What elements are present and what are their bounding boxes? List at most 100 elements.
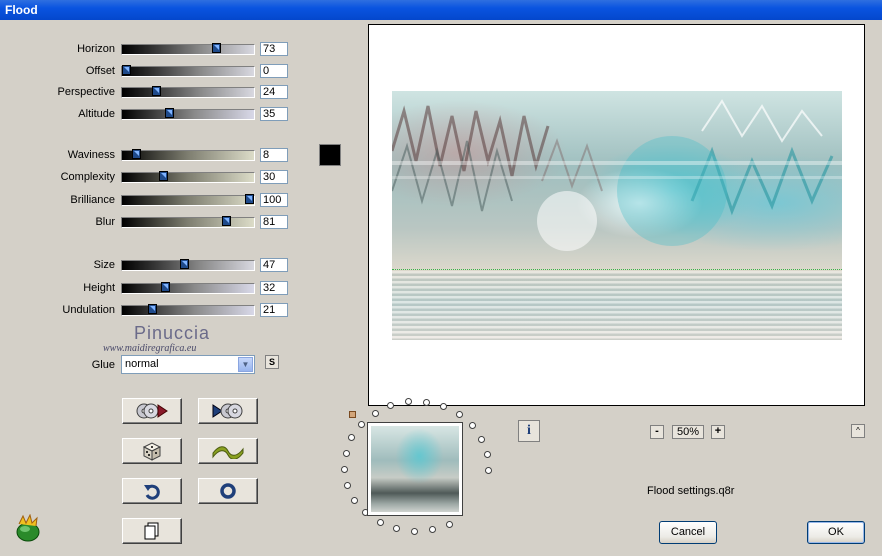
- slider-value-field[interactable]: 21: [260, 303, 288, 317]
- slider-track-horizon[interactable]: [121, 43, 255, 55]
- chevron-down-icon[interactable]: ▼: [238, 357, 253, 372]
- arrow-disc-icon: [212, 403, 243, 419]
- load-preset-button[interactable]: [122, 398, 182, 424]
- navigator-dot[interactable]: [429, 526, 436, 533]
- navigator-dot[interactable]: [405, 398, 412, 405]
- navigator-dot[interactable]: [343, 450, 350, 457]
- reset-button[interactable]: [198, 478, 258, 504]
- navigator-dot[interactable]: [387, 402, 394, 409]
- slider-track-size[interactable]: [121, 259, 255, 271]
- slider-value-field[interactable]: 30: [260, 170, 288, 184]
- navigator-dot[interactable]: [411, 528, 418, 535]
- slider-label-wrap: Size: [0, 258, 115, 272]
- navigator-dot[interactable]: [456, 411, 463, 418]
- navigator-dot[interactable]: [423, 399, 430, 406]
- zoom-level: 50%: [672, 425, 704, 439]
- glue-label: Glue: [91, 359, 115, 371]
- slider-thumb[interactable]: [159, 171, 168, 181]
- slider-thumb[interactable]: [212, 43, 221, 53]
- slider-track-height[interactable]: [121, 282, 255, 294]
- slider-row-undulation: Undulation 21: [0, 303, 300, 317]
- undo-icon: [144, 484, 160, 500]
- slider-thumb[interactable]: [245, 194, 254, 204]
- slider-row-complexity: Complexity 30: [0, 170, 300, 184]
- navigator-dot[interactable]: [341, 466, 348, 473]
- color-swatch[interactable]: [319, 144, 341, 166]
- wave-icon: [212, 446, 244, 459]
- slider-label-wrap: Brilliance: [0, 193, 115, 207]
- slider-track-offset[interactable]: [121, 65, 255, 77]
- slider-label-wrap: Waviness: [0, 148, 115, 162]
- randomize-button[interactable]: [122, 438, 182, 464]
- navigator-dot[interactable]: [344, 482, 351, 489]
- slider-value-field[interactable]: 8: [260, 148, 288, 162]
- copy-button[interactable]: [122, 518, 182, 544]
- slider-thumb[interactable]: [132, 149, 141, 159]
- zoom-out-button[interactable]: -: [650, 425, 664, 439]
- slider-label: Altitude: [78, 108, 115, 120]
- slider-row-altitude: Altitude 35: [0, 107, 300, 121]
- undo-button[interactable]: [122, 478, 182, 504]
- title-bar: Flood: [0, 0, 882, 20]
- slider-row-offset: Offset 0: [0, 64, 300, 78]
- slider-thumb[interactable]: [122, 65, 131, 75]
- wave-button[interactable]: [198, 438, 258, 464]
- navigator-dot[interactable]: [372, 410, 379, 417]
- slider-label: Waviness: [67, 149, 115, 161]
- navigator-thumbnail[interactable]: [367, 422, 463, 516]
- window-title: Flood: [5, 3, 38, 17]
- navigator-dot[interactable]: [358, 421, 365, 428]
- slider-value-field[interactable]: 0: [260, 64, 288, 78]
- slider-value-field[interactable]: 47: [260, 258, 288, 272]
- slider-label: Blur: [95, 216, 115, 228]
- slider-thumb[interactable]: [161, 282, 170, 292]
- slider-track-blur[interactable]: [121, 216, 255, 228]
- ok-button[interactable]: OK: [807, 521, 865, 544]
- slider-track-undulation[interactable]: [121, 304, 255, 316]
- collapse-button[interactable]: ^: [851, 424, 865, 438]
- cancel-button[interactable]: Cancel: [659, 521, 717, 544]
- slider-thumb[interactable]: [165, 108, 174, 118]
- slider-value-field[interactable]: 73: [260, 42, 288, 56]
- preview-window[interactable]: [368, 24, 865, 406]
- save-preset-button[interactable]: [198, 398, 258, 424]
- slider-track-brilliance[interactable]: [121, 194, 255, 206]
- glue-select[interactable]: normal ▼: [121, 355, 255, 374]
- navigator-dot[interactable]: [446, 521, 453, 528]
- slider-row-waviness: Waviness 8: [0, 148, 300, 162]
- zoom-in-button[interactable]: +: [711, 425, 725, 439]
- navigator-dot[interactable]: [393, 525, 400, 532]
- slider-label-wrap: Altitude: [0, 107, 115, 121]
- navigator-dot[interactable]: [351, 497, 358, 504]
- slider-value-field[interactable]: 81: [260, 215, 288, 229]
- navigator-dot[interactable]: [485, 467, 492, 474]
- slider-thumb[interactable]: [180, 259, 189, 269]
- slider-label: Perspective: [57, 86, 115, 98]
- s-button[interactable]: S: [265, 355, 279, 369]
- navigator-dot[interactable]: [484, 451, 491, 458]
- navigator-dot[interactable]: [440, 403, 447, 410]
- slider-value-field[interactable]: 32: [260, 281, 288, 295]
- slider-label: Complexity: [60, 171, 115, 183]
- slider-value-field[interactable]: 35: [260, 107, 288, 121]
- slider-label: Brilliance: [70, 194, 115, 206]
- slider-thumb[interactable]: [148, 304, 157, 314]
- filter-logo-icon: [16, 514, 40, 542]
- slider-track-altitude[interactable]: [121, 108, 255, 120]
- slider-value-field[interactable]: 24: [260, 85, 288, 99]
- navigator-dot[interactable]: [478, 436, 485, 443]
- slider-track-complexity[interactable]: [121, 171, 255, 183]
- slider-thumb[interactable]: [152, 86, 161, 96]
- info-button[interactable]: i: [518, 420, 540, 442]
- navigator-dot[interactable]: [469, 422, 476, 429]
- slider-value-field[interactable]: 100: [260, 193, 288, 207]
- slider-thumb[interactable]: [222, 216, 231, 226]
- navigator-handle[interactable]: [349, 411, 356, 418]
- slider-track-perspective[interactable]: [121, 86, 255, 98]
- slider-row-size: Size 47: [0, 258, 300, 272]
- navigator-dot[interactable]: [377, 519, 384, 526]
- navigator-dot[interactable]: [348, 434, 355, 441]
- glue-value: normal: [125, 358, 159, 370]
- slider-label: Undulation: [62, 304, 115, 316]
- slider-track-waviness[interactable]: [121, 149, 255, 161]
